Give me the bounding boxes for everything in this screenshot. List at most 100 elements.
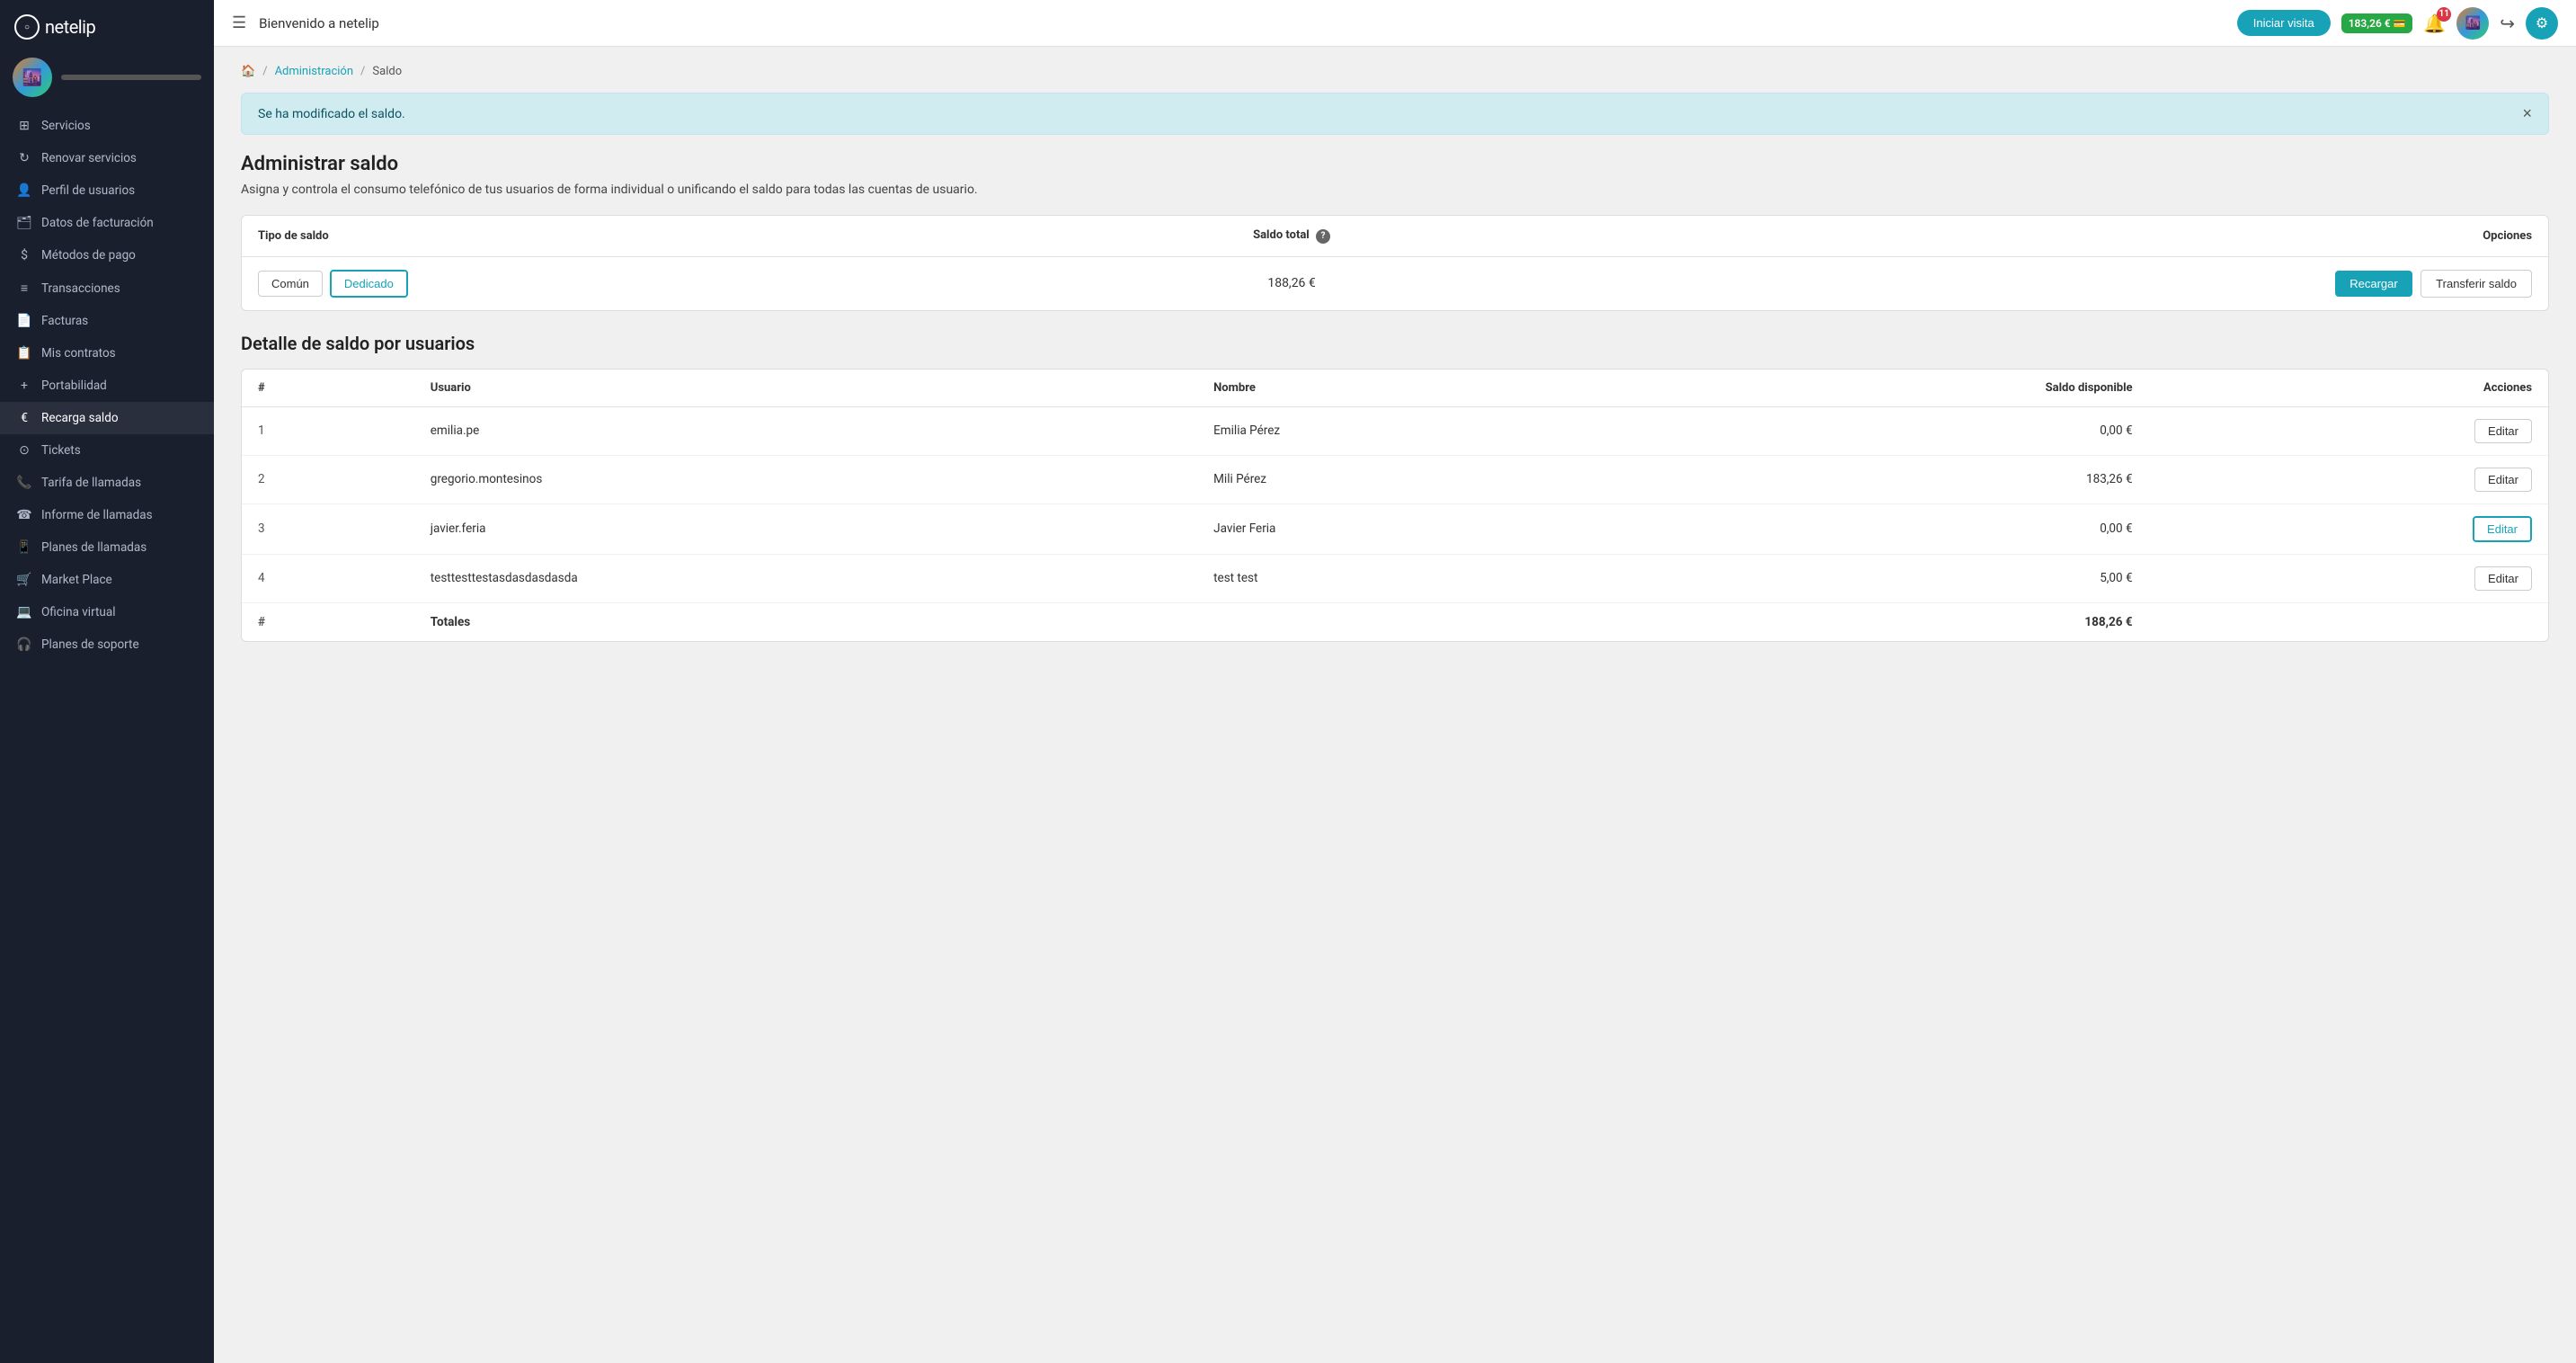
nav-label-informe: Informe de llamadas [41, 508, 153, 522]
btn-editar[interactable]: Editar [2473, 516, 2532, 542]
breadcrumb-sep1: / [262, 65, 267, 78]
table-row: 4 testtesttestasdasdasdasda test test 5,… [242, 554, 2548, 602]
btn-transferir[interactable]: Transferir saldo [2421, 270, 2532, 298]
row-saldo: 0,00 € [1628, 406, 2148, 455]
nav-label-renovar: Renovar servicios [41, 151, 137, 165]
sidebar-item-facturacion[interactable]: 🗂 Datos de facturación [0, 207, 214, 239]
logo-icon: ○ [14, 14, 40, 40]
sidebar-item-tarifa[interactable]: 📞Tarifa de llamadas [0, 467, 214, 499]
nav-icon-portabilidad: + [16, 379, 32, 393]
settings-button[interactable]: ⚙ [2526, 7, 2558, 40]
footer-num: # [242, 602, 414, 641]
sidebar: ○ netelip 🌆 ⊞Servicios↻Renovar servicios… [0, 0, 214, 1363]
nav-icon-recarga: € [16, 411, 32, 425]
detail-col-acciones: Acciones [2149, 370, 2548, 407]
sidebar-nav: ⊞ Servicios ↻Renovar servicios👤Perfil de u… [0, 110, 214, 1363]
nav-icon-oficina: 💻 [16, 605, 32, 619]
nav-icon-transacciones: ≡ [16, 281, 32, 296]
detail-col-nombre: Nombre [1197, 370, 1628, 407]
row-nombre: Emilia Pérez [1197, 406, 1628, 455]
nav-label-facturas: Facturas [41, 314, 88, 328]
user-bar [61, 75, 201, 80]
row-num: 4 [242, 554, 414, 602]
nav-icon-tarifa: 📞 [16, 476, 32, 490]
sidebar-item-contratos[interactable]: 📋Mis contratos [0, 337, 214, 370]
table-row: 3 javier.feria Javier Feria 0,00 € Edita… [242, 503, 2548, 554]
row-acciones: Editar [2149, 503, 2548, 554]
row-nombre: Javier Feria [1197, 503, 1628, 554]
sidebar-item-renovar[interactable]: ↻Renovar servicios [0, 142, 214, 174]
content-area: 🏠 / Administración / Saldo Se ha modific… [214, 47, 2576, 1363]
sidebar-user: 🌆 [0, 49, 214, 110]
sidebar-item-informe[interactable]: ☎Informe de llamadas [0, 499, 214, 531]
nav-icon-metodos-pago: $ [16, 248, 32, 263]
info-icon[interactable]: ? [1316, 229, 1330, 244]
detail-footer-row: # Totales 188,26 € [242, 602, 2548, 641]
sidebar-item-tickets[interactable]: ⊙ Tickets [0, 434, 214, 467]
saldo-total-value: 188,26 € [1049, 256, 1534, 310]
nav-label-portabilidad: Portabilidad [41, 379, 107, 393]
balance-table: Tipo de saldo Saldo total ? Opciones Com… [242, 216, 2548, 310]
detail-section-title: Detalle de saldo por usuarios [241, 333, 2549, 354]
nav-icon-tickets: ⊙ [16, 443, 32, 458]
btn-editar[interactable]: Editar [2474, 468, 2532, 492]
footer-label: Totales [414, 602, 1197, 641]
table-row: 2 gregorio.montesinos Mili Pérez 183,26 … [242, 455, 2548, 503]
detail-table: # Usuario Nombre Saldo disponible Accion… [242, 370, 2548, 641]
breadcrumb-sep2: / [360, 65, 365, 78]
nav-label-marketplace: Market Place [41, 573, 112, 587]
sidebar-item-portabilidad[interactable]: + Portabilidad [0, 370, 214, 402]
nav-label-transacciones: Transacciones [41, 281, 120, 296]
sidebar-item-perfil[interactable]: 👤Perfil de usuarios [0, 174, 214, 207]
row-num: 2 [242, 455, 414, 503]
avatar[interactable]: 🌆 [13, 58, 52, 97]
topbar-right: Iniciar visita 183,26 € 💳 🔔 11 🌆 ↪ ⚙ [2237, 7, 2558, 40]
btn-editar[interactable]: Editar [2474, 419, 2532, 443]
sidebar-item-metodos-pago[interactable]: $ Métodos de pago [0, 239, 214, 272]
sidebar-item-marketplace[interactable]: 🛒Market Place [0, 564, 214, 596]
topbar-title: Bienvenido a netelip [259, 15, 2225, 31]
row-acciones: Editar [2149, 554, 2548, 602]
table-row: 1 emilia.pe Emilia Pérez 0,00 € Editar [242, 406, 2548, 455]
balance-row: Común Dedicado 188,26 € Recargar Transfe… [242, 256, 2548, 310]
nav-label-soporte: Planes de soporte [41, 637, 139, 652]
row-usuario: testtesttestasdasdasdasda [414, 554, 1197, 602]
btn-editar[interactable]: Editar [2474, 566, 2532, 591]
sidebar-item-planes-llamadas[interactable]: 📱Planes de llamadas [0, 531, 214, 564]
btn-recargar[interactable]: Recargar [2335, 271, 2412, 297]
nav-label-facturacion: Datos de facturación [41, 216, 154, 230]
nav-icon-servicios: ⊞ [16, 119, 32, 133]
col-tipo-header: Tipo de saldo [242, 216, 1049, 256]
nav-icon-facturas: 📄 [16, 314, 32, 328]
row-nombre: Mili Pérez [1197, 455, 1628, 503]
sidebar-item-servicios[interactable]: ⊞ Servicios [0, 110, 214, 142]
row-usuario: emilia.pe [414, 406, 1197, 455]
nav-label-planes-llamadas: Planes de llamadas [41, 540, 147, 555]
sidebar-item-oficina[interactable]: 💻Oficina virtual [0, 596, 214, 628]
breadcrumb: 🏠 / Administración / Saldo [241, 65, 2549, 78]
logout-icon[interactable]: ↪ [2500, 13, 2515, 34]
sidebar-item-facturas[interactable]: 📄 Facturas [0, 305, 214, 337]
nav-label-tickets: Tickets [41, 443, 81, 458]
row-nombre: test test [1197, 554, 1628, 602]
tipo-saldo-cell: Común Dedicado [258, 270, 1033, 298]
breadcrumb-admin-link[interactable]: Administración [275, 65, 353, 78]
nav-icon-perfil: 👤 [16, 183, 32, 198]
nav-label-contratos: Mis contratos [41, 346, 116, 361]
alert-banner: Se ha modificado el saldo. × [241, 93, 2549, 135]
sidebar-item-soporte[interactable]: 🎧Planes de soporte [0, 628, 214, 661]
nav-icon-facturacion: 🗂 [16, 216, 32, 230]
iniciar-visita-button[interactable]: Iniciar visita [2237, 10, 2331, 36]
btn-dedicado[interactable]: Dedicado [330, 270, 408, 298]
nav-label-metodos-pago: Métodos de pago [41, 248, 136, 263]
notifications-badge[interactable]: 🔔 11 [2423, 13, 2446, 34]
home-icon[interactable]: 🏠 [241, 65, 255, 78]
nav-label-servicios: Servicios [41, 119, 91, 133]
btn-comun[interactable]: Común [258, 271, 323, 297]
sidebar-item-recarga[interactable]: € Recarga saldo [0, 402, 214, 434]
menu-icon[interactable]: ☰ [232, 13, 246, 32]
user-avatar-top[interactable]: 🌆 [2456, 7, 2489, 40]
alert-close-button[interactable]: × [2522, 104, 2532, 123]
sidebar-item-transacciones[interactable]: ≡ Transacciones [0, 272, 214, 305]
nav-label-recarga: Recarga saldo [41, 411, 119, 425]
